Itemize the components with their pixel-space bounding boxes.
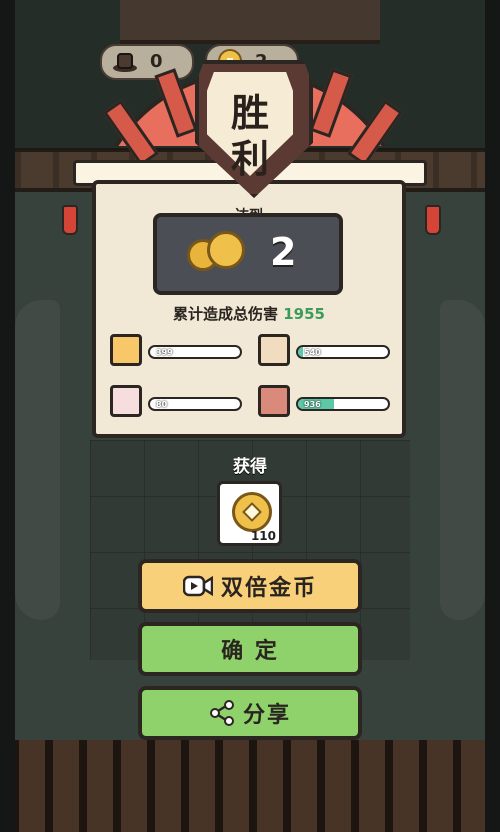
obtain-label: 获得 bbox=[233, 457, 267, 477]
hat-icon bbox=[112, 48, 138, 74]
tassel-right bbox=[425, 205, 441, 235]
double-coins-button[interactable]: 双倍金币 bbox=[138, 559, 362, 613]
bar-fill bbox=[298, 347, 303, 357]
coin-icon bbox=[232, 492, 272, 532]
confirm-label: 确 定 bbox=[221, 639, 279, 664]
hat-counter: 0 bbox=[100, 44, 194, 80]
damage-value: 1955 bbox=[283, 305, 325, 323]
hero-damage-value: 80 bbox=[156, 400, 168, 409]
hero-damage-value: 399 bbox=[156, 348, 173, 357]
reward-item: 110 bbox=[217, 481, 282, 546]
hero-avatar-pig bbox=[110, 385, 142, 417]
confirm-button[interactable]: 确 定 bbox=[138, 622, 362, 676]
reward-amount: 110 bbox=[250, 529, 276, 543]
share-button[interactable]: 分享 bbox=[138, 686, 362, 740]
share-icon bbox=[209, 700, 235, 726]
hero-damage-bar: 540 bbox=[296, 345, 390, 359]
hero-damage-bar: 936 bbox=[296, 397, 390, 411]
hero-damage-bar: 80 bbox=[148, 397, 242, 411]
hero-avatar-monkey bbox=[110, 334, 142, 366]
damage-label: 累计造成总伤害 bbox=[173, 305, 279, 323]
hat-count: 0 bbox=[150, 51, 163, 72]
hero-avatar-sand-monk bbox=[258, 385, 290, 417]
victory-title-char2: 利 bbox=[230, 137, 269, 181]
hero-avatar-monk bbox=[258, 334, 290, 366]
hero-damage-value: 540 bbox=[304, 348, 321, 357]
coin-icon bbox=[207, 231, 245, 269]
hero-damage-value: 936 bbox=[304, 400, 321, 409]
video-icon bbox=[182, 575, 213, 597]
share-label: 分享 bbox=[242, 703, 291, 728]
reach-value: 2 bbox=[270, 230, 297, 274]
hero-damage-bar: 399 bbox=[148, 345, 242, 359]
reach-box bbox=[153, 213, 343, 295]
double-coins-label: 双倍金币 bbox=[220, 576, 317, 601]
total-damage: 累计造成总伤害 1955 bbox=[92, 303, 406, 324]
tassel-left bbox=[62, 205, 78, 235]
